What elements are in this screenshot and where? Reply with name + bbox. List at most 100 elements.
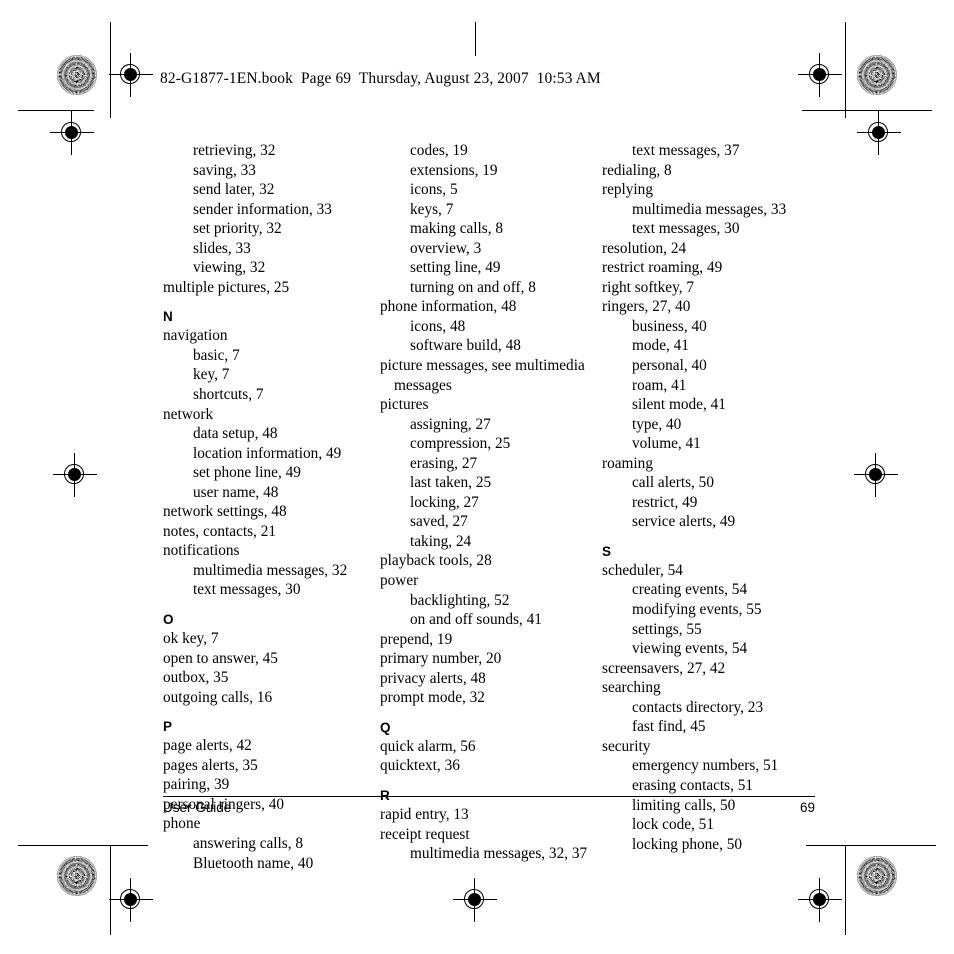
index-subentry: business, 40 [632, 317, 707, 335]
crosshair-bottom-center [453, 878, 497, 922]
index-subentry: modifying events, 55 [632, 601, 762, 619]
crosshair-dot [813, 893, 826, 906]
index-subentry: volume, 41 [632, 435, 701, 453]
index-entry: replying [602, 181, 653, 199]
index-subentry: roam, 41 [632, 376, 687, 394]
index-entry: network [163, 405, 214, 423]
index-entry: page alerts, 42 [163, 737, 252, 755]
index-subentry: contacts directory, 23 [632, 698, 764, 716]
crosshair-bottom-right [798, 878, 842, 922]
page-footer: User Guide 69 [163, 800, 815, 815]
crosshair-upper-left [50, 111, 94, 155]
index-subentry: extensions, 19 [410, 161, 498, 179]
index-subentry: mode, 41 [632, 337, 689, 355]
index-entry: security [602, 737, 651, 755]
footer-title: User Guide [163, 800, 232, 815]
index-entry: playback tools, 28 [380, 552, 492, 570]
crosshair-top-right [798, 53, 842, 97]
rosette-bottom-right [857, 856, 897, 896]
index-subentry: last taken, 25 [410, 474, 492, 492]
index-subentry: codes, 19 [410, 142, 468, 159]
index-subentry: compression, 25 [410, 435, 511, 453]
trim-line-center-vertical-top [475, 22, 476, 56]
index-subentry: basic, 7 [193, 346, 240, 364]
crosshair-upper-right [857, 111, 901, 155]
index-subentry: lock code, 51 [632, 816, 714, 834]
index-subentry: assigning, 27 [410, 415, 491, 433]
crosshair-mid-right [854, 453, 898, 497]
index-entry: network settings, 48 [163, 503, 287, 521]
index-subentry: making calls, 8 [410, 220, 504, 238]
index-subentry: text messages, 37 [632, 142, 740, 159]
index-entry: right softkey, 7 [602, 278, 695, 296]
index-entry: outbox, 35 [163, 669, 229, 687]
index-subentry: silent mode, 41 [632, 396, 726, 414]
index-subentry: locking, 27 [410, 493, 479, 511]
index-subentry: creating events, 54 [632, 581, 748, 599]
index-column-2: codes, 19 extensions, 19 icons, 5 keys, 7 ma… [380, 141, 602, 873]
index-subentry: saved, 27 [410, 513, 468, 531]
index-subentry: settings, 55 [632, 620, 702, 638]
index-entry: notifications [163, 542, 240, 560]
index-subentry: service alerts, 49 [632, 513, 736, 531]
index-entry: redialing, 8 [602, 161, 672, 179]
index-subentry: icons, 48 [410, 317, 466, 335]
crosshair-dot [124, 68, 137, 81]
index-section-letter: S [602, 543, 612, 559]
crosshair-dot [813, 68, 826, 81]
index-entry: restrict roaming, 49 [602, 259, 723, 277]
index-subentry: send later, 32 [193, 181, 275, 199]
crosshair-dot [65, 126, 78, 139]
index-entry: outgoing calls, 16 [163, 688, 273, 706]
footer-rule [163, 796, 815, 797]
index-entry: pairing, 39 [163, 776, 230, 794]
index-entry: quick alarm, 56 [380, 737, 476, 755]
crosshair-dot [68, 468, 81, 481]
index-entry: open to answer, 45 [163, 649, 278, 667]
crosshair-top-left [109, 53, 153, 97]
index-subentry: restrict, 49 [632, 493, 698, 511]
trim-line-bottom-right-horizontal [806, 845, 936, 846]
index-entry: prompt mode, 32 [380, 689, 485, 707]
index-subentry: shortcuts, 7 [193, 386, 264, 404]
index-entry: receipt request [380, 825, 470, 843]
index-entry: pages alerts, 35 [163, 756, 258, 774]
index-entry: screensavers, 27, 42 [602, 659, 726, 677]
index-subentry: software build, 48 [410, 337, 521, 355]
index-subentry: set priority, 32 [193, 220, 282, 238]
trim-line-right-vertical-bottom [845, 845, 846, 935]
index-subentry: fast find, 45 [632, 718, 706, 736]
index-entry: prepend, 19 [380, 630, 453, 648]
crosshair-mid-left [53, 453, 97, 497]
index-entry: notes, contacts, 21 [163, 522, 277, 540]
crosshair-dot [468, 893, 481, 906]
index-subentry: multimedia messages, 32, 37 [410, 845, 588, 863]
crosshair-dot [872, 126, 885, 139]
index-section-letter: Q [380, 719, 391, 735]
index-entry: ringers, 27, 40 [602, 298, 691, 316]
book-file-header: 82-G1877-1EN.book Page 69 Thursday, Augu… [160, 70, 601, 87]
index-subentry: overview, 3 [410, 239, 482, 257]
index-subentry: type, 40 [632, 415, 682, 433]
index-subentry: text messages, 30 [193, 581, 301, 599]
crosshair-bottom-left [109, 878, 153, 922]
crosshair-dot [124, 893, 137, 906]
index-entry: pictures [380, 396, 429, 414]
document-page: 82-G1877-1EN.book Page 69 Thursday, Augu… [0, 0, 954, 954]
rosette-bottom-left [57, 856, 97, 896]
index-subentry: erasing, 27 [410, 454, 478, 472]
index-subentry: Bluetooth name, 40 [193, 854, 314, 872]
index-subentry: backlighting, 52 [410, 591, 510, 609]
index-subentry: sender information, 33 [193, 200, 332, 218]
index-entry: messages [394, 376, 452, 394]
rosette-top-right [857, 55, 897, 95]
index-subentry: viewing, 32 [193, 259, 266, 277]
index-entry: resolution, 24 [602, 239, 687, 257]
index-entry: multiple pictures, 25 [163, 278, 290, 296]
index-section-letter: O [163, 612, 174, 628]
index-entry: privacy alerts, 48 [380, 669, 486, 687]
index-subentry: text messages, 30 [632, 220, 740, 238]
index-subentry: keys, 7 [410, 200, 454, 218]
index-subentry: data setup, 48 [193, 425, 278, 443]
index-entry: phone [163, 815, 201, 833]
